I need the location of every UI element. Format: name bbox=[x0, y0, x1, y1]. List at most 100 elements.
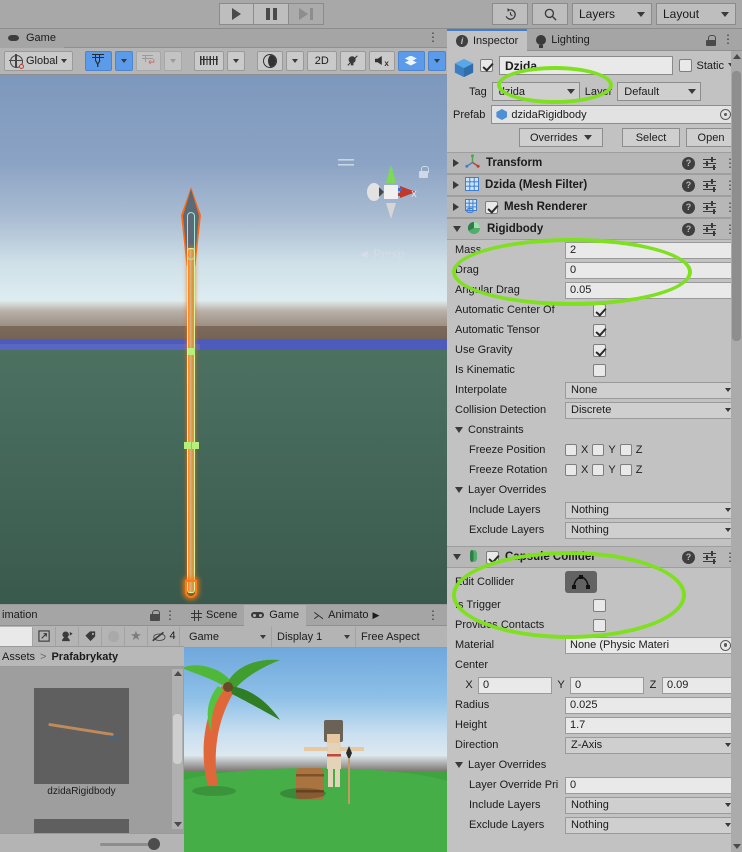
preset-icon[interactable] bbox=[703, 551, 716, 563]
layer-priority-field[interactable]: 0 bbox=[565, 776, 736, 794]
chevron-down-icon[interactable] bbox=[733, 844, 741, 849]
scrollbar-thumb[interactable] bbox=[732, 71, 741, 341]
tag-dropdown[interactable]: dzida bbox=[491, 82, 580, 101]
help-icon[interactable]: ? bbox=[682, 178, 695, 192]
mass-field[interactable]: 2 bbox=[565, 241, 736, 259]
capsule-collider-enabled-checkbox[interactable] bbox=[486, 550, 499, 564]
cc-include-layers-dropdown[interactable]: Nothing bbox=[565, 796, 736, 814]
scene-fx-dropdown[interactable] bbox=[427, 51, 446, 71]
display-dropdown[interactable]: Display 1 bbox=[272, 626, 356, 647]
selected-spear-object[interactable] bbox=[180, 187, 202, 604]
foldout-icon[interactable] bbox=[455, 762, 463, 768]
constraints-group[interactable]: Constraints bbox=[447, 420, 742, 440]
preset-icon[interactable] bbox=[703, 179, 716, 191]
step-button[interactable] bbox=[289, 3, 324, 25]
collider-handle-right[interactable] bbox=[192, 442, 199, 449]
tag-filter-button[interactable] bbox=[79, 626, 102, 646]
search-field[interactable] bbox=[0, 626, 33, 646]
rb-layer-overrides-group[interactable]: Layer Overrides bbox=[447, 480, 742, 500]
foldout-icon[interactable] bbox=[455, 427, 463, 433]
is-trigger-checkbox[interactable] bbox=[593, 598, 606, 612]
game-target-dropdown[interactable]: Game bbox=[184, 626, 272, 647]
object-name-field[interactable]: Dzida bbox=[499, 56, 674, 75]
gizmo-lock-icon[interactable] bbox=[418, 166, 429, 178]
grid-snap-button[interactable]: Y bbox=[84, 51, 112, 71]
tab-game-top[interactable]: Game bbox=[0, 28, 64, 48]
scene-lighting-toggle[interactable] bbox=[339, 51, 366, 71]
chevron-right-icon[interactable]: ▶ bbox=[373, 610, 380, 621]
project-asset-grid[interactable]: dzidaRigidbody bbox=[0, 667, 184, 850]
freeze-position-z-checkbox[interactable] bbox=[619, 444, 632, 456]
avatar-filter-button[interactable] bbox=[56, 626, 79, 646]
component-header-rigidbody[interactable]: Rigidbody ? ⋮ bbox=[447, 218, 742, 240]
foldout-icon[interactable] bbox=[453, 159, 459, 167]
direction-dropdown[interactable]: Z-Axis bbox=[565, 736, 736, 754]
is-kinematic-checkbox[interactable] bbox=[593, 363, 606, 377]
freeze-rotation-z-checkbox[interactable] bbox=[619, 464, 632, 476]
scene-fx-button[interactable] bbox=[397, 51, 425, 71]
tab-inspector[interactable]: i Inspector bbox=[447, 28, 528, 51]
auto-center-checkbox[interactable] bbox=[593, 303, 606, 317]
collider-handle-left[interactable] bbox=[184, 442, 191, 449]
foldout-icon[interactable] bbox=[455, 487, 463, 493]
collision-dropdown[interactable]: Discrete bbox=[565, 401, 736, 419]
scene-orientation-gizmo[interactable]: y x bbox=[362, 163, 420, 221]
component-header-mesh-filter[interactable]: Dzida (Mesh Filter) ? ⋮ bbox=[447, 174, 742, 196]
mesh-renderer-enabled-checkbox[interactable] bbox=[485, 200, 498, 214]
help-icon[interactable]: ? bbox=[682, 222, 695, 236]
cc-layer-overrides-group[interactable]: Layer Overrides bbox=[447, 755, 742, 775]
tab-scene[interactable]: Scene bbox=[184, 605, 244, 626]
object-picker-icon[interactable] bbox=[720, 639, 731, 651]
tab-animation-label[interactable]: imation bbox=[0, 609, 37, 621]
foldout-icon[interactable] bbox=[453, 226, 461, 232]
select-button[interactable]: Select bbox=[622, 128, 680, 147]
scrollbar[interactable] bbox=[172, 669, 183, 829]
drag-field[interactable]: 0 bbox=[565, 261, 736, 279]
ruler-dropdown[interactable] bbox=[226, 51, 245, 71]
chevron-up-icon[interactable] bbox=[733, 54, 741, 59]
open-button[interactable]: Open bbox=[686, 128, 736, 147]
preset-icon[interactable] bbox=[703, 223, 716, 235]
static-checkbox[interactable] bbox=[679, 59, 693, 72]
chevron-down-icon[interactable] bbox=[174, 822, 182, 827]
interpolate-dropdown[interactable]: None bbox=[565, 381, 736, 399]
prefab-object-field[interactable]: dzidaRigidbody bbox=[491, 105, 736, 124]
scene-projection-label[interactable]: ◄ Persp bbox=[358, 247, 405, 261]
tab-lighting[interactable]: Lighting bbox=[527, 29, 599, 51]
freeze-rotation-y-checkbox[interactable] bbox=[592, 464, 605, 476]
circle-filter-button[interactable] bbox=[102, 626, 125, 646]
audio-mute-button[interactable]: x bbox=[368, 51, 395, 71]
freeze-position-x-checkbox[interactable] bbox=[565, 444, 577, 456]
grid-snap-dropdown[interactable] bbox=[114, 51, 133, 71]
collider-handle-mid[interactable] bbox=[188, 348, 195, 355]
magnet-snap-dropdown[interactable] bbox=[163, 51, 182, 71]
lock-icon[interactable] bbox=[706, 35, 716, 46]
preset-icon[interactable] bbox=[703, 157, 716, 169]
list-item[interactable]: dzidaRigidbody bbox=[34, 688, 129, 797]
toggle-2d-button[interactable]: 2D bbox=[306, 51, 337, 71]
foldout-icon[interactable] bbox=[453, 203, 459, 211]
foldout-icon[interactable] bbox=[453, 181, 459, 189]
overrides-button[interactable]: Overrides bbox=[519, 128, 603, 147]
game-render-area[interactable] bbox=[184, 648, 447, 852]
provides-contacts-checkbox[interactable] bbox=[593, 618, 606, 632]
zoom-slider-knob[interactable] bbox=[148, 838, 160, 850]
radius-field[interactable]: 0.025 bbox=[565, 696, 736, 714]
history-button[interactable] bbox=[492, 3, 528, 25]
handle-pivot-button[interactable]: Global bbox=[4, 51, 73, 71]
object-picker-icon[interactable] bbox=[720, 109, 731, 120]
component-header-transform[interactable]: Transform ? ⋮ bbox=[447, 152, 742, 174]
center-x-field[interactable]: 0 bbox=[478, 676, 552, 694]
preset-icon[interactable] bbox=[703, 201, 716, 213]
scene-lighting-button[interactable] bbox=[256, 51, 283, 71]
component-header-capsule-collider[interactable]: Capsule Collider ? ⋮ bbox=[447, 546, 742, 568]
center-y-field[interactable]: 0 bbox=[570, 676, 644, 694]
edit-collider-button[interactable] bbox=[565, 570, 597, 593]
chevron-up-icon[interactable] bbox=[174, 671, 182, 676]
popout-button[interactable] bbox=[33, 626, 56, 646]
aspect-dropdown[interactable]: Free Aspect bbox=[356, 627, 446, 647]
kebab-menu-icon[interactable]: ⋮ bbox=[722, 33, 734, 46]
material-object-field[interactable]: None (Physic Materi bbox=[565, 636, 736, 654]
kebab-menu-icon[interactable]: ⋮ bbox=[164, 609, 176, 622]
angular-drag-field[interactable]: 0.05 bbox=[565, 281, 736, 299]
